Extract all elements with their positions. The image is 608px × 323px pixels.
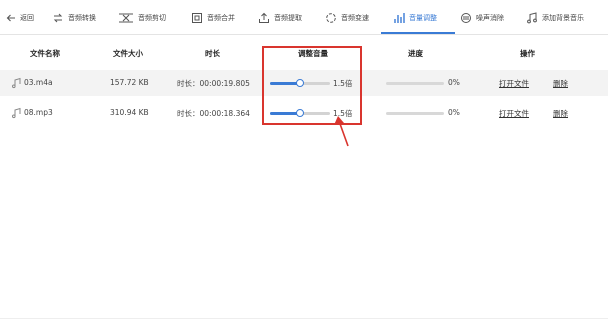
annotation-arrow xyxy=(334,116,349,147)
bottom-divider xyxy=(0,318,608,319)
